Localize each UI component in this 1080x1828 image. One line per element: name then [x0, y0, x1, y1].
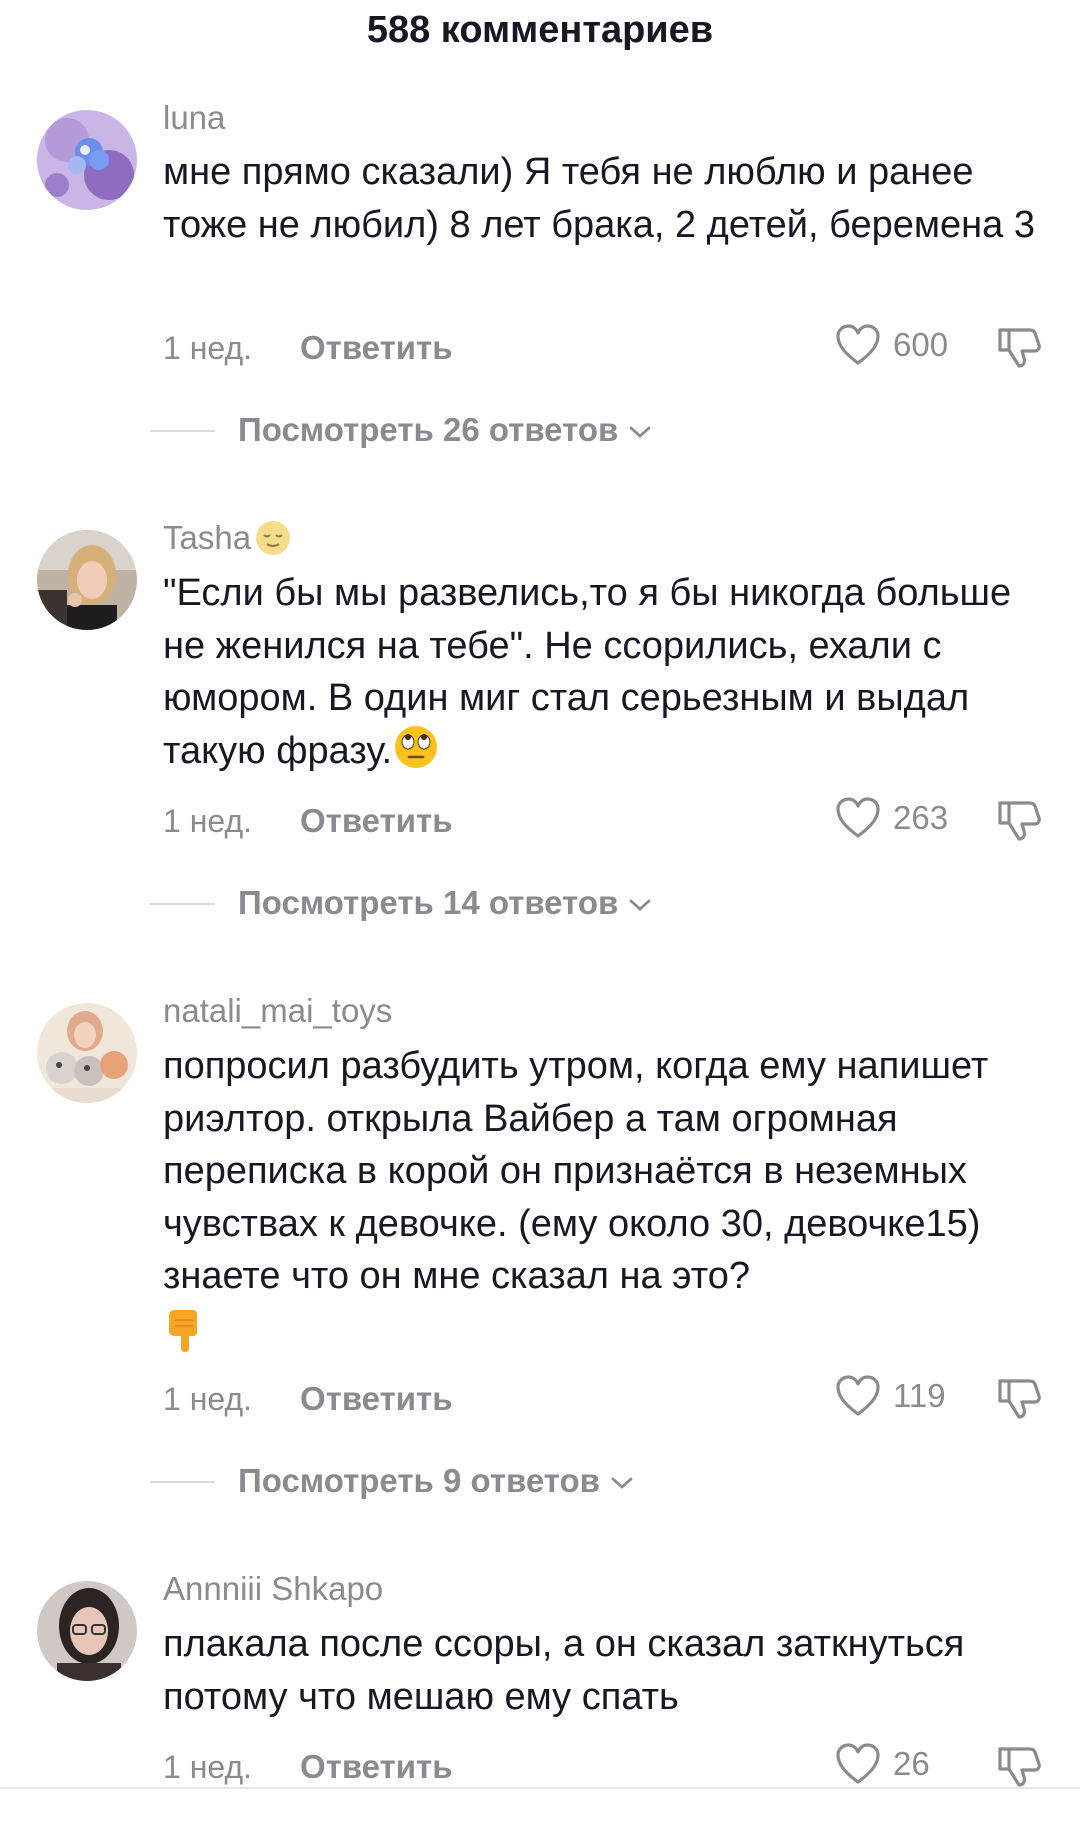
view-replies-label: Посмотреть 14 ответов — [238, 884, 619, 921]
view-replies-button[interactable]: Посмотреть 9 ответов — [238, 1461, 634, 1501]
like-count: 263 — [893, 799, 949, 836]
comment-username[interactable]: Tasha — [163, 518, 293, 558]
divider — [150, 903, 215, 905]
dislike-button[interactable] — [995, 795, 1045, 845]
heart-outline-icon — [836, 324, 880, 365]
reply-button[interactable]: Ответить — [300, 801, 453, 841]
thumbs-down-outline-icon — [998, 1747, 1041, 1787]
chevron-down-icon — [629, 426, 651, 439]
dislike-button[interactable] — [995, 1741, 1045, 1791]
comment-text: "Если бы мы развелись,то я бы никогда бо… — [163, 567, 1063, 777]
view-replies-label: Посмотреть 26 ответов — [238, 411, 619, 448]
comments-count-title: 588 комментариев — [366, 9, 714, 51]
comment-text: попросил разбудить утром, когда ему напи… — [163, 1040, 1063, 1355]
reply-button[interactable]: Ответить — [300, 1379, 453, 1419]
view-replies-row: Посмотреть 26 ответов — [0, 410, 1080, 450]
like-count: 26 — [893, 1745, 930, 1782]
divider — [150, 430, 215, 432]
like-count: 119 — [893, 1377, 946, 1414]
avatar[interactable] — [37, 110, 137, 210]
view-replies-row: Посмотреть 9 ответов — [0, 1461, 1080, 1501]
comment-username[interactable]: luna — [163, 98, 225, 138]
comment-input-bar[interactable] — [0, 1787, 1080, 1828]
avatar[interactable] — [37, 530, 137, 630]
reply-button[interactable]: Ответить — [300, 328, 453, 368]
comment-text: плакала после ссоры, а он сказал заткнут… — [163, 1623, 965, 1718]
like-count: 600 — [893, 326, 949, 363]
comment-time: 1 нед. — [163, 1381, 253, 1417]
like-button[interactable]: 600 — [835, 323, 955, 369]
view-replies-row: Посмотреть 14 ответов — [0, 883, 1080, 923]
dislike-button[interactable] — [995, 1373, 1045, 1423]
comment-username[interactable]: Annniii Shkapo — [163, 1569, 383, 1609]
username-label: Tasha — [163, 519, 252, 556]
view-replies-button[interactable]: Посмотреть 26 ответов — [238, 410, 652, 450]
chevron-down-icon — [629, 899, 651, 912]
divider — [150, 1481, 215, 1483]
comment-time: 1 нед. — [163, 1749, 253, 1785]
thumbs-down-outline-icon — [998, 328, 1041, 368]
relieved-face-emoji — [256, 521, 291, 556]
thumbs-down-outline-icon — [998, 801, 1041, 841]
avatar[interactable] — [37, 1581, 137, 1681]
like-button[interactable]: 263 — [835, 796, 955, 842]
avatar[interactable] — [37, 1003, 137, 1103]
like-button[interactable]: 26 — [835, 1742, 955, 1788]
chevron-down-icon — [611, 1477, 633, 1490]
comment-text: мне прямо сказали) Я тебя не люблю и ран… — [163, 151, 1035, 246]
face-with-rolling-eyes-emoji — [395, 726, 438, 769]
comment-time: 1 нед. — [163, 330, 253, 366]
comment-username[interactable]: natali_mai_toys — [163, 991, 392, 1031]
comment-time: 1 нед. — [163, 803, 253, 839]
thumbs-down-outline-icon — [998, 1379, 1041, 1419]
comment-text-body: попросил разбудить утром, когда ему напи… — [163, 1045, 989, 1297]
heart-outline-icon — [836, 1375, 880, 1416]
view-replies-label: Посмотреть 9 ответов — [238, 1462, 600, 1499]
view-replies-button[interactable]: Посмотреть 14 ответов — [238, 883, 652, 923]
comment-text-body: "Если бы мы развелись,то я бы никогда бо… — [163, 572, 1012, 772]
dislike-button[interactable] — [995, 322, 1045, 372]
backhand-index-pointing-down-emoji — [169, 1310, 197, 1353]
like-button[interactable]: 119 — [835, 1374, 955, 1420]
heart-outline-icon — [836, 1743, 880, 1784]
heart-outline-icon — [836, 797, 880, 838]
reply-button[interactable]: Ответить — [300, 1747, 453, 1787]
